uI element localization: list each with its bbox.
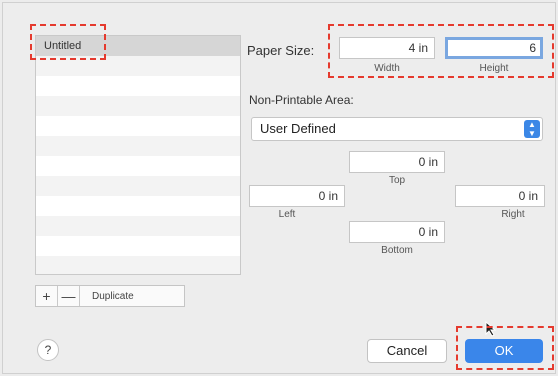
paper-list-item[interactable] — [36, 56, 240, 76]
paper-list-item[interactable] — [36, 116, 240, 136]
add-button[interactable]: + — [36, 286, 58, 306]
updown-chevron-icon: ▲ ▼ — [524, 120, 540, 138]
margin-left-field[interactable]: 0 in — [249, 185, 345, 207]
paper-list-item[interactable] — [36, 156, 240, 176]
paper-list-item[interactable] — [36, 196, 240, 216]
width-caption: Width — [374, 63, 400, 74]
paper-list-item[interactable] — [36, 176, 240, 196]
margin-top-field[interactable]: 0 in — [349, 151, 445, 173]
paper-height-field[interactable]: 6 — [445, 37, 543, 59]
custom-paper-size-dialog: Untitled + — Duplicate Paper Size: 4 in … — [2, 2, 556, 374]
remove-button[interactable]: — — [58, 286, 80, 306]
bottom-caption: Bottom — [381, 245, 413, 256]
paper-size-label: Paper Size: — [247, 43, 315, 58]
ok-button[interactable]: OK — [465, 339, 543, 363]
margin-right-field[interactable]: 0 in — [455, 185, 545, 207]
paper-width-field[interactable]: 4 in — [339, 37, 435, 59]
cancel-button[interactable]: Cancel — [367, 339, 447, 363]
list-controls: + — Duplicate — [35, 285, 185, 307]
paper-list-item[interactable] — [36, 236, 240, 256]
margin-bottom-field[interactable]: 0 in — [349, 221, 445, 243]
paper-list-item[interactable] — [36, 256, 240, 274]
left-caption: Left — [278, 209, 296, 220]
top-caption: Top — [388, 175, 406, 186]
paper-list-item[interactable] — [36, 136, 240, 156]
duplicate-button[interactable]: Duplicate — [80, 286, 146, 306]
right-caption: Right — [501, 209, 525, 220]
height-caption: Height — [479, 63, 509, 74]
paper-size-list[interactable]: Untitled — [35, 35, 241, 275]
paper-list-item[interactable]: Untitled — [36, 36, 240, 56]
mouse-pointer-icon — [485, 321, 497, 337]
paper-list-item[interactable] — [36, 96, 240, 116]
non-printable-area-select[interactable]: User Defined ▲ ▼ — [251, 117, 543, 141]
select-value: User Defined — [260, 121, 336, 136]
paper-list-item[interactable] — [36, 76, 240, 96]
help-button[interactable]: ? — [37, 339, 59, 361]
non-printable-area-label: Non-Printable Area: — [249, 93, 354, 107]
paper-list-item[interactable] — [36, 216, 240, 236]
